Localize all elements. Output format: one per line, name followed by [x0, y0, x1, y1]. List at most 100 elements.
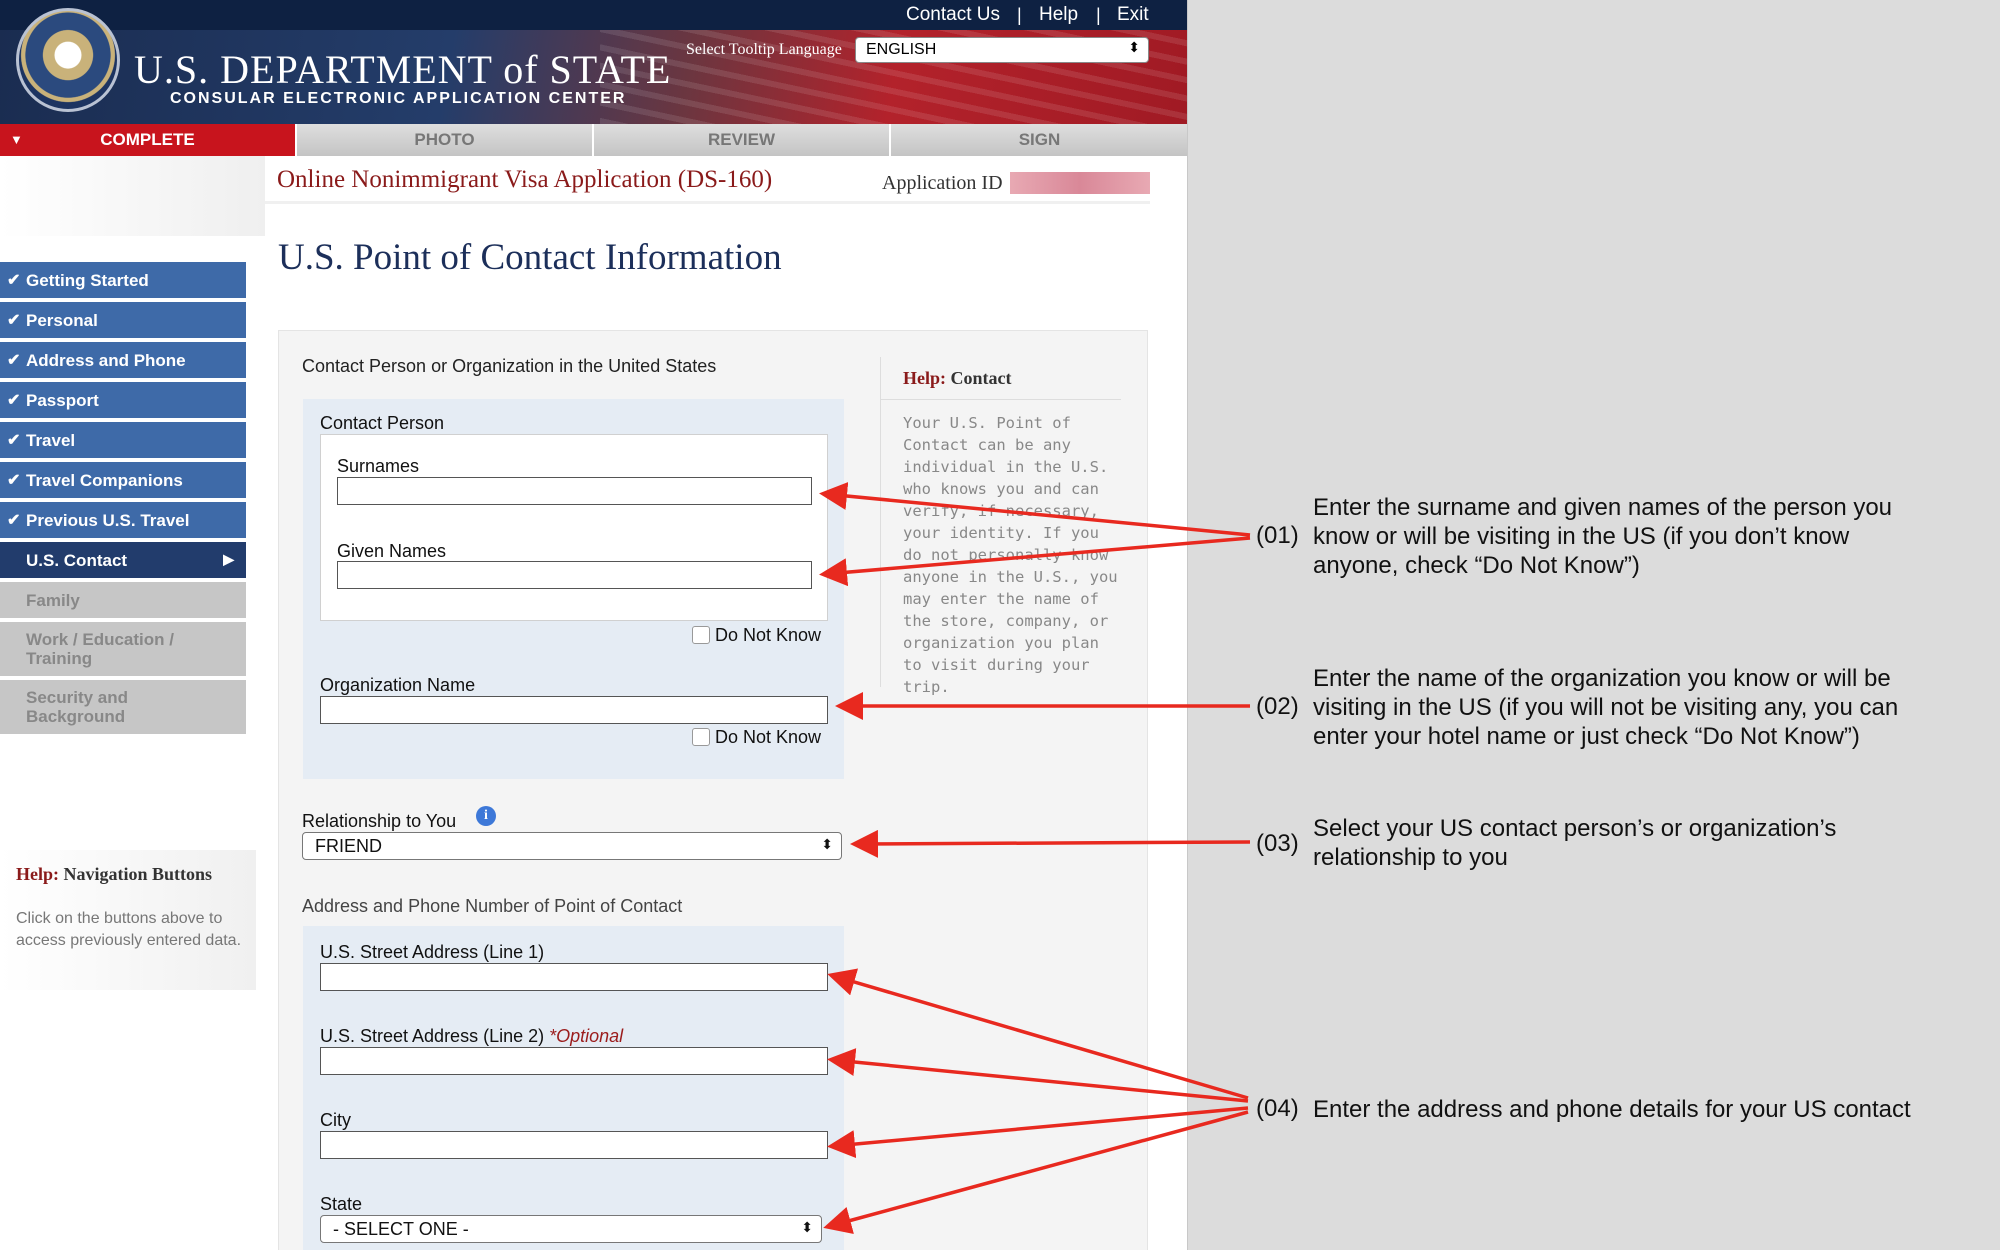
help-prefix: Help: — [16, 864, 59, 884]
organization-name-input[interactable] — [320, 696, 828, 724]
optional-label: *Optional — [549, 1026, 624, 1046]
relationship-label: Relationship to You — [302, 811, 457, 831]
annotation-line: relationship to you — [1313, 844, 1508, 871]
sidebar-item-family[interactable]: Family — [0, 582, 246, 620]
sidebar-item-personal[interactable]: ✔ Personal — [0, 302, 246, 340]
help-title-text: Navigation Buttons — [63, 864, 213, 884]
sidebar-item-label: Previous U.S. Travel — [26, 511, 190, 530]
section-address-heading: Address and Phone Number of Point of Con… — [302, 896, 683, 916]
tooltip-language-label: Select Tooltip Language — [686, 41, 842, 58]
sidebar-item-passport[interactable]: ✔ Passport — [0, 382, 246, 420]
checkmark-icon: ✔ — [7, 312, 21, 329]
checkmark-icon: ✔ — [7, 472, 21, 489]
annotation-text: Select your US contact person’s or organ… — [1313, 814, 1836, 872]
sidebar-item-work-education[interactable]: Work / Education / Training — [0, 622, 246, 678]
annotation-line: Select your US contact person’s or organ… — [1313, 815, 1837, 842]
state-value: - SELECT ONE - — [333, 1219, 469, 1239]
sidebar-item-travel-companions[interactable]: ✔ Travel Companions — [0, 462, 246, 500]
surnames-label: Surnames — [337, 456, 420, 476]
utility-bar: Contact Us | Help | Exit — [0, 0, 1187, 30]
do-not-know-label: Do Not Know — [715, 727, 822, 747]
annotation-panel — [1188, 0, 2000, 1250]
caret-down-icon: ▼ — [10, 132, 23, 147]
sidebar-item-label: Family — [26, 591, 80, 610]
tab-label: SIGN — [1018, 130, 1061, 149]
sidebar-item-label: Work / Education / — [26, 630, 174, 649]
app-window: Contact Us | Help | Exit U.S. DEPARTMENT… — [0, 0, 1188, 1250]
tab-label: COMPLETE — [100, 130, 195, 149]
site-header: Contact Us | Help | Exit U.S. DEPARTMENT… — [0, 0, 1187, 124]
help-link[interactable]: Help — [1039, 4, 1078, 26]
sidebar-item-label: Security and — [26, 688, 129, 707]
sidebar-item-us-contact[interactable]: U.S. Contact ▶ — [0, 542, 246, 580]
sidebar-item-security-background[interactable]: Security and Background — [0, 680, 246, 736]
relationship-select[interactable]: FRIEND ⬍ — [302, 832, 842, 860]
tab-sign[interactable]: SIGN — [891, 124, 1187, 156]
annotation-line: know or will be visiting in the US (if y… — [1313, 523, 1850, 550]
annotation-line: enter your hotel name or just check “Do … — [1313, 723, 1860, 750]
separator: | — [1096, 5, 1101, 25]
street1-input[interactable] — [320, 963, 828, 991]
surnames-input[interactable] — [337, 477, 812, 505]
tooltip-language-value: ENGLISH — [866, 41, 937, 58]
exit-link[interactable]: Exit — [1117, 4, 1149, 26]
sidebar-item-label: Passport — [26, 391, 99, 410]
relationship-value: FRIEND — [315, 836, 382, 856]
state-select[interactable]: - SELECT ONE - ⬍ — [320, 1215, 822, 1243]
sidebar-item-label: Travel Companions — [26, 471, 183, 490]
annotation-number: (01) — [1256, 522, 1299, 549]
title-divider — [265, 201, 1150, 204]
tab-complete[interactable]: ▼ COMPLETE — [0, 124, 297, 156]
progress-tabs: ▼ COMPLETE PHOTO REVIEW SIGN — [0, 124, 1187, 156]
separator: | — [1017, 5, 1022, 25]
state-label: State — [320, 1194, 363, 1214]
org-do-not-know-checkbox[interactable] — [692, 728, 710, 746]
street1-label: U.S. Street Address (Line 1) — [320, 942, 545, 962]
tooltip-language-select[interactable]: ENGLISH ⬍ — [855, 37, 1149, 63]
help-contact-text: Your U.S. Point of Contact can be any in… — [903, 414, 1118, 696]
annotation-number: (03) — [1256, 830, 1299, 857]
application-id-label: Application ID — [882, 172, 1003, 194]
annotation-text: Enter the surname and given names of the… — [1313, 493, 1892, 580]
state-dept-seal-icon — [16, 8, 120, 112]
left-fade-decoration — [0, 156, 265, 236]
sidebar-item-label: Travel — [26, 431, 76, 450]
help-divider — [881, 399, 1121, 400]
sidebar-item-address-and-phone[interactable]: ✔ Address and Phone — [0, 342, 246, 380]
city-input[interactable] — [320, 1131, 828, 1159]
select-arrows-icon: ⬍ — [801, 1219, 813, 1235]
tab-label: REVIEW — [707, 130, 776, 149]
street2-input[interactable] — [320, 1047, 828, 1075]
tab-photo[interactable]: PHOTO — [297, 124, 594, 156]
sidebar-item-label: Address and Phone — [26, 351, 186, 370]
contact-us-link[interactable]: Contact Us — [906, 4, 1000, 26]
annotation-line: anyone, check “Do Not Know”) — [1313, 552, 1640, 579]
sidebar-item-label: U.S. Contact — [26, 551, 128, 570]
do-not-know-label: Do Not Know — [715, 625, 822, 645]
checkmark-icon: ✔ — [7, 432, 21, 449]
city-label: City — [320, 1110, 351, 1130]
annotation-text: Enter the address and phone details for … — [1313, 1095, 1911, 1124]
annotation-line: Enter the name of the organization you k… — [1313, 665, 1891, 692]
dept-title: U.S. DEPARTMENT of STATE — [134, 47, 672, 92]
contact-person-label: Contact Person — [320, 413, 445, 433]
section-contact-heading: Contact Person or Organization in the Un… — [302, 356, 717, 376]
tab-review[interactable]: REVIEW — [594, 124, 891, 156]
help-title-text: Contact — [950, 368, 1012, 388]
info-icon[interactable]: i — [476, 806, 496, 826]
sidebar-item-previous-us-travel[interactable]: ✔ Previous U.S. Travel — [0, 502, 246, 540]
page-title: U.S. Point of Contact Information — [278, 237, 782, 278]
checkmark-icon: ✔ — [7, 392, 21, 409]
annotation-number: (02) — [1256, 693, 1299, 720]
help-contact-panel: Help: Contact Your U.S. Point of Contact… — [880, 357, 1121, 696]
organization-name-label: Organization Name — [320, 675, 476, 695]
street2-label: U.S. Street Address (Line 2) *Optional — [320, 1026, 623, 1047]
annotation-line: Enter the surname and given names of the… — [1313, 494, 1893, 521]
tab-label: PHOTO — [414, 130, 475, 149]
sidebar-item-getting-started[interactable]: ✔ Getting Started — [0, 262, 246, 300]
person-do-not-know-checkbox[interactable] — [692, 626, 710, 644]
help-contact-title: Help: Contact — [903, 368, 1012, 389]
sidebar-item-label: Background — [26, 707, 126, 726]
given-names-input[interactable] — [337, 561, 812, 589]
sidebar-item-travel[interactable]: ✔ Travel — [0, 422, 246, 460]
